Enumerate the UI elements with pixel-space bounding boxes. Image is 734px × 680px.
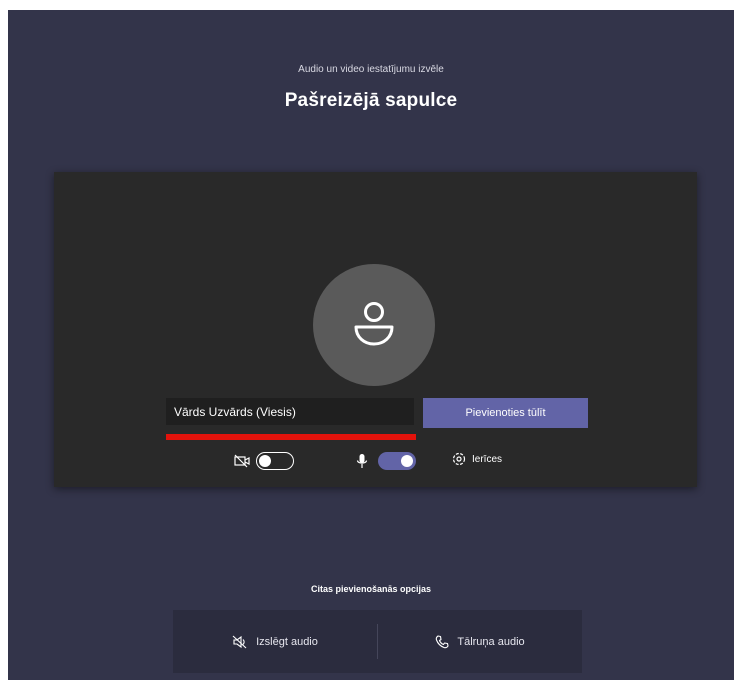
video-preview: Pievienoties tūlīt — [54, 172, 697, 487]
phone-audio-option[interactable]: Tālruņa audio — [378, 610, 582, 673]
camera-off-icon[interactable] — [234, 454, 250, 468]
settings-subtitle: Audio un video iestatījumu izvēle — [298, 64, 444, 75]
mic-toggle[interactable] — [378, 452, 416, 470]
audio-off-label: Izslēgt audio — [256, 635, 318, 648]
phone-audio-label: Tālruņa audio — [457, 635, 525, 648]
join-now-button[interactable]: Pievienoties tūlīt — [423, 398, 588, 428]
avatar — [313, 264, 435, 386]
phone-icon — [436, 634, 449, 648]
mic-control — [356, 452, 416, 470]
camera-toggle-knob — [259, 454, 271, 467]
devices-label: Ierīces — [472, 453, 503, 465]
device-controls: Ierīces — [54, 452, 697, 474]
person-icon — [354, 302, 394, 346]
camera-control — [234, 452, 294, 470]
other-join-options: Izslēgt audio Tālruņa audio — [173, 610, 582, 673]
microphone-icon[interactable] — [356, 453, 368, 469]
speaker-off-icon — [232, 635, 247, 648]
gear-icon — [452, 452, 466, 466]
mic-toggle-knob — [401, 455, 413, 467]
audio-off-option[interactable]: Izslēgt audio — [173, 610, 377, 673]
name-input[interactable] — [166, 398, 414, 425]
devices-button[interactable]: Ierīces — [452, 452, 502, 466]
input-highlight-underline — [166, 434, 416, 440]
meeting-prejoin-screen: Audio un video iestatījumu izvēle Pašrei… — [8, 10, 734, 680]
meeting-title: Pašreizējā sapulce — [284, 90, 458, 111]
camera-toggle[interactable] — [256, 452, 294, 470]
other-join-options-title: Citas pievienošanās opcijas — [310, 584, 432, 594]
